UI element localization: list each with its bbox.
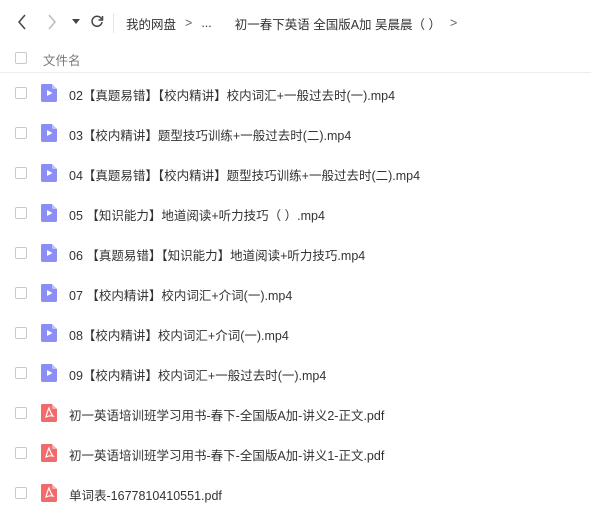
- column-header-filename[interactable]: 文件名: [43, 50, 81, 69]
- file-checkbox[interactable]: [15, 207, 27, 219]
- file-name[interactable]: 单词表-1677810410551.pdf: [69, 485, 222, 504]
- file-row[interactable]: 09【校内精讲】校内词汇+一般过去时(一).mp4: [0, 353, 591, 393]
- forward-button[interactable]: [42, 11, 62, 33]
- file-checkbox[interactable]: [15, 327, 27, 339]
- file-checkbox[interactable]: [15, 167, 27, 179]
- file-checkbox[interactable]: [15, 447, 27, 459]
- pdf-file-icon: [41, 484, 57, 502]
- chevron-right-icon: [48, 14, 56, 30]
- file-checkbox[interactable]: [15, 367, 27, 379]
- pdf-file-icon: [41, 404, 57, 422]
- file-row[interactable]: 02【真题易错】【校内精讲】校内词汇+一般过去时(一).mp4: [0, 73, 591, 113]
- file-row[interactable]: 初一英语培训班学习用书-春下-全国版A加-讲义1-正文.pdf: [0, 433, 591, 473]
- breadcrumb: 我的网盘 > ... 初一春下英语 全国版A加 吴晨晨（ ） >: [126, 14, 466, 32]
- file-name[interactable]: 初一英语培训班学习用书-春下-全国版A加-讲义1-正文.pdf: [69, 445, 384, 464]
- file-row[interactable]: 05 【知识能力】地道阅读+听力技巧（ ）.mp4: [0, 193, 591, 233]
- file-name[interactable]: 04【真题易错】【校内精讲】题型技巧训练+一般过去时(二).mp4: [69, 165, 420, 184]
- video-file-icon: [41, 84, 57, 102]
- file-name[interactable]: 05 【知识能力】地道阅读+听力技巧（ ）.mp4: [69, 205, 325, 224]
- file-row[interactable]: 初一英语培训班学习用书-春下-全国版A加-讲义2-正文.pdf: [0, 393, 591, 433]
- file-name[interactable]: 09【校内精讲】校内词汇+一般过去时(一).mp4: [69, 365, 326, 384]
- refresh-icon: [91, 15, 104, 28]
- breadcrumb-current[interactable]: 初一春下英语 全国版A加 吴晨晨（ ）: [235, 14, 441, 33]
- caret-down-icon: [72, 19, 80, 24]
- file-name[interactable]: 02【真题易错】【校内精讲】校内词汇+一般过去时(一).mp4: [69, 85, 395, 104]
- video-file-icon: [41, 164, 57, 182]
- file-row[interactable]: 06 【真题易错】【知识能力】地道阅读+听力技巧.mp4: [0, 233, 591, 273]
- file-row[interactable]: 单词表-1677810410551.pdf: [0, 473, 591, 513]
- video-file-icon: [41, 364, 57, 382]
- file-name[interactable]: 07 【校内精讲】校内词汇+介词(一).mp4: [69, 285, 292, 304]
- file-name[interactable]: 06 【真题易错】【知识能力】地道阅读+听力技巧.mp4: [69, 245, 365, 264]
- file-checkbox[interactable]: [15, 87, 27, 99]
- breadcrumb-ellipsis[interactable]: ...: [201, 16, 211, 30]
- file-row[interactable]: 04【真题易错】【校内精讲】题型技巧训练+一般过去时(二).mp4: [0, 153, 591, 193]
- file-name[interactable]: 初一英语培训班学习用书-春下-全国版A加-讲义2-正文.pdf: [69, 405, 384, 424]
- file-checkbox[interactable]: [15, 127, 27, 139]
- refresh-button[interactable]: [87, 11, 107, 33]
- file-checkbox[interactable]: [15, 247, 27, 259]
- video-file-icon: [41, 124, 57, 142]
- video-file-icon: [41, 284, 57, 302]
- video-file-icon: [41, 204, 57, 222]
- breadcrumb-separator: >: [450, 16, 458, 30]
- pdf-file-icon: [41, 444, 57, 462]
- file-checkbox[interactable]: [15, 287, 27, 299]
- file-checkbox[interactable]: [15, 407, 27, 419]
- history-dropdown-button[interactable]: [67, 11, 85, 33]
- file-checkbox[interactable]: [15, 487, 27, 499]
- select-all-checkbox[interactable]: [15, 52, 27, 64]
- file-name[interactable]: 03【校内精讲】题型技巧训练+一般过去时(二).mp4: [69, 125, 351, 144]
- back-button[interactable]: [12, 11, 32, 33]
- file-name[interactable]: 08【校内精讲】校内词汇+介词(一).mp4: [69, 325, 289, 344]
- video-file-icon: [41, 244, 57, 262]
- breadcrumb-separator: >: [185, 16, 193, 30]
- file-list-header: 文件名: [0, 44, 591, 73]
- file-row[interactable]: 03【校内精讲】题型技巧训练+一般过去时(二).mp4: [0, 113, 591, 153]
- chevron-left-icon: [18, 14, 26, 30]
- video-file-icon: [41, 324, 57, 342]
- breadcrumb-root[interactable]: 我的网盘: [126, 14, 176, 33]
- toolbar: 我的网盘 > ... 初一春下英语 全国版A加 吴晨晨（ ） >: [0, 0, 591, 44]
- file-row[interactable]: 08【校内精讲】校内词汇+介词(一).mp4: [0, 313, 591, 353]
- toolbar-divider: [113, 13, 114, 33]
- file-row[interactable]: 07 【校内精讲】校内词汇+介词(一).mp4: [0, 273, 591, 313]
